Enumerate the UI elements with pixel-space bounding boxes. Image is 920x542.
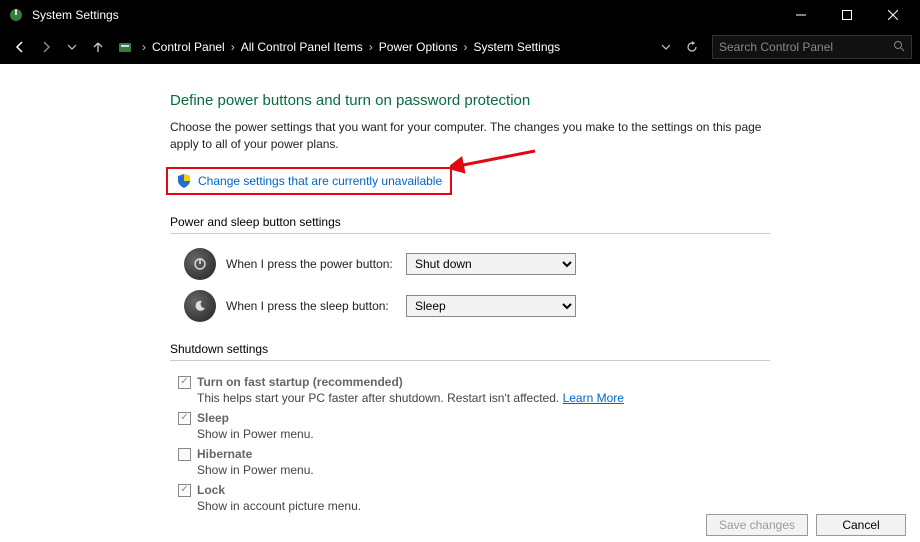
learn-more-link[interactable]: Learn More (563, 391, 624, 405)
shutdown-settings-list: Turn on fast startup (recommended) This … (178, 375, 900, 513)
path-dropdown-button[interactable] (654, 35, 678, 59)
footer-buttons: Save changes Cancel (706, 514, 906, 536)
titlebar: System Settings (0, 0, 920, 30)
forward-button[interactable] (34, 35, 58, 59)
section-label-shutdown: Shutdown settings (170, 342, 900, 356)
breadcrumb-item[interactable]: Power Options (375, 38, 462, 56)
section-label-power-sleep: Power and sleep button settings (170, 215, 900, 229)
annotation-arrow (450, 148, 540, 188)
navbar: › Control Panel › All Control Panel Item… (0, 30, 920, 64)
divider (170, 360, 770, 361)
sleep-label: Sleep (197, 411, 314, 425)
cancel-button[interactable]: Cancel (816, 514, 906, 536)
hibernate-checkbox[interactable] (178, 448, 191, 461)
fast-startup-row: Turn on fast startup (recommended) This … (178, 375, 900, 405)
breadcrumb-item[interactable]: System Settings (469, 38, 564, 56)
divider (170, 233, 770, 234)
shield-icon (176, 173, 192, 189)
chevron-right-icon: › (463, 40, 467, 54)
chevron-right-icon: › (369, 40, 373, 54)
app-icon (8, 7, 24, 23)
fast-startup-desc: This helps start your PC faster after sh… (197, 391, 624, 405)
path-icon (116, 38, 134, 56)
hibernate-row: Hibernate Show in Power menu. (178, 447, 900, 477)
power-button-select[interactable]: Shut down (406, 253, 576, 275)
minimize-button[interactable] (778, 0, 824, 30)
power-icon (184, 248, 216, 280)
breadcrumb: › Control Panel › All Control Panel Item… (140, 35, 648, 59)
recent-locations-button[interactable] (60, 35, 84, 59)
sleep-desc: Show in Power menu. (197, 427, 314, 441)
search-placeholder: Search Control Panel (719, 40, 893, 54)
chevron-right-icon: › (231, 40, 235, 54)
breadcrumb-item[interactable]: Control Panel (148, 38, 229, 56)
breadcrumb-item[interactable]: All Control Panel Items (237, 38, 367, 56)
refresh-button[interactable] (680, 35, 704, 59)
sleep-icon (184, 290, 216, 322)
up-button[interactable] (86, 35, 110, 59)
chevron-right-icon: › (142, 40, 146, 54)
fast-startup-label: Turn on fast startup (recommended) (197, 375, 624, 389)
lock-desc: Show in account picture menu. (197, 499, 361, 513)
lock-row: Lock Show in account picture menu. (178, 483, 900, 513)
window-title: System Settings (32, 8, 778, 22)
save-button[interactable]: Save changes (706, 514, 808, 536)
change-settings-link-row: Change settings that are currently unava… (166, 167, 452, 195)
hibernate-desc: Show in Power menu. (197, 463, 314, 477)
page-intro: Choose the power settings that you want … (170, 119, 770, 153)
power-button-label: When I press the power button: (226, 257, 406, 271)
page-heading: Define power buttons and turn on passwor… (170, 92, 900, 109)
lock-label: Lock (197, 483, 361, 497)
close-button[interactable] (870, 0, 916, 30)
search-input[interactable]: Search Control Panel (712, 35, 912, 59)
content-pane: Define power buttons and turn on passwor… (0, 64, 920, 513)
sleep-button-label: When I press the sleep button: (226, 299, 406, 313)
sleep-button-select[interactable]: Sleep (406, 295, 576, 317)
power-button-row: When I press the power button: Shut down (184, 248, 900, 280)
maximize-button[interactable] (824, 0, 870, 30)
sleep-checkbox[interactable] (178, 412, 191, 425)
hibernate-label: Hibernate (197, 447, 314, 461)
change-settings-link[interactable]: Change settings that are currently unava… (198, 174, 442, 188)
fast-startup-checkbox[interactable] (178, 376, 191, 389)
lock-checkbox[interactable] (178, 484, 191, 497)
sleep-row: Sleep Show in Power menu. (178, 411, 900, 441)
sleep-button-row: When I press the sleep button: Sleep (184, 290, 900, 322)
search-icon (893, 40, 905, 55)
back-button[interactable] (8, 35, 32, 59)
